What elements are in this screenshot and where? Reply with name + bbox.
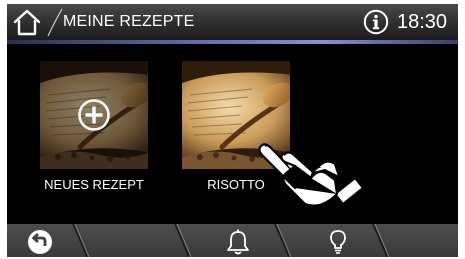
lightbulb-icon xyxy=(330,230,346,254)
title-separator xyxy=(47,8,63,37)
back-arrow-icon xyxy=(28,230,52,254)
info-icon xyxy=(363,9,389,35)
info-button[interactable] xyxy=(363,9,389,35)
clock: 18:30 xyxy=(397,11,448,33)
recipe-screen: MEINE REZEPTE 18:30 NEUES REZEPT RISOTTO xyxy=(7,4,458,257)
home-icon xyxy=(13,9,41,36)
header-accent-line xyxy=(7,40,458,44)
plus-icon xyxy=(78,99,110,131)
bottom-nav-bar xyxy=(7,224,458,257)
page-title: MEINE REZEPTE xyxy=(63,13,195,30)
header-bar: MEINE REZEPTE 18:30 xyxy=(7,4,458,40)
new-recipe-tile[interactable] xyxy=(40,61,148,169)
recipe-book-image xyxy=(182,61,290,169)
risotto-recipe-label: RISOTTO xyxy=(207,177,265,192)
bell-icon xyxy=(227,229,249,255)
alarm-button[interactable] xyxy=(223,228,253,256)
home-button[interactable] xyxy=(11,7,43,37)
risotto-recipe-tile[interactable] xyxy=(182,61,290,169)
back-button[interactable] xyxy=(25,228,55,256)
new-recipe-label: NEUES REZEPT xyxy=(44,177,144,192)
light-button[interactable] xyxy=(323,228,353,256)
